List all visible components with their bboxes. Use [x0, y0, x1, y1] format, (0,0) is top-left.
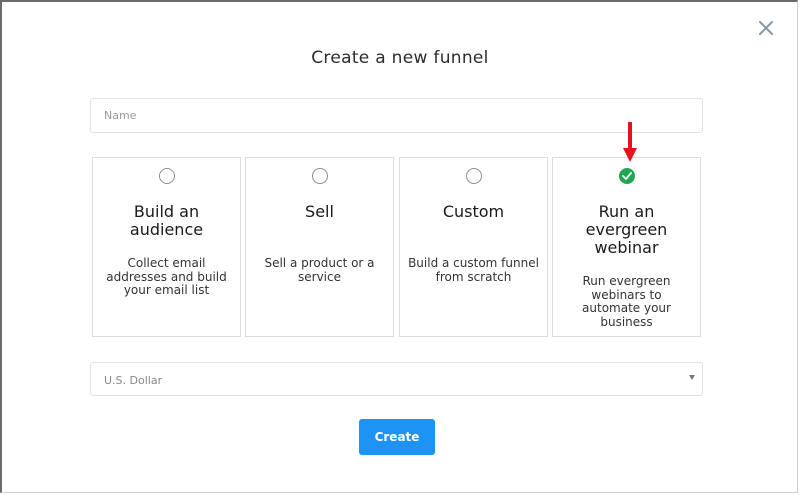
currency-select[interactable]: U.S. Dollar	[90, 362, 703, 396]
create-button[interactable]: Create	[359, 419, 435, 455]
caret-down-icon	[689, 375, 695, 380]
funnel-option-evergreen-webinar[interactable]: Run an evergreen webinar Run evergreen w…	[552, 157, 701, 337]
currency-select-value: U.S. Dollar	[104, 374, 163, 387]
funnel-option-title: Sell	[305, 202, 334, 221]
funnel-type-options: Build an audience Collect email addresse…	[92, 157, 702, 337]
funnel-option-title: Build an audience	[129, 202, 204, 239]
funnel-option-description: Sell a product or a service	[264, 256, 375, 284]
dialog-title: Create a new funnel	[311, 48, 489, 68]
name-input[interactable]	[90, 98, 703, 133]
close-button[interactable]	[756, 18, 776, 38]
radio-button[interactable]	[311, 168, 328, 184]
close-icon	[759, 21, 773, 35]
funnel-option-custom[interactable]: Custom Build a custom funnel from scratc…	[399, 157, 548, 337]
checkmark-icon	[621, 172, 632, 180]
radio-button-checked[interactable]	[618, 168, 635, 184]
radio-button[interactable]	[465, 168, 482, 184]
funnel-option-description: Run evergreen webinars to automate your …	[582, 274, 671, 329]
funnel-option-sell[interactable]: Sell Sell a product or a service	[245, 157, 394, 337]
funnel-option-title: Run an evergreen webinar	[585, 202, 668, 257]
funnel-option-description: Collect email addresses and build your e…	[106, 256, 227, 297]
funnel-option-build-audience[interactable]: Build an audience Collect email addresse…	[92, 157, 241, 337]
funnel-option-description: Build a custom funnel from scratch	[408, 256, 539, 284]
funnel-option-title: Custom	[442, 202, 505, 221]
radio-button[interactable]	[158, 168, 175, 184]
red-arrow-down-icon	[623, 122, 637, 162]
